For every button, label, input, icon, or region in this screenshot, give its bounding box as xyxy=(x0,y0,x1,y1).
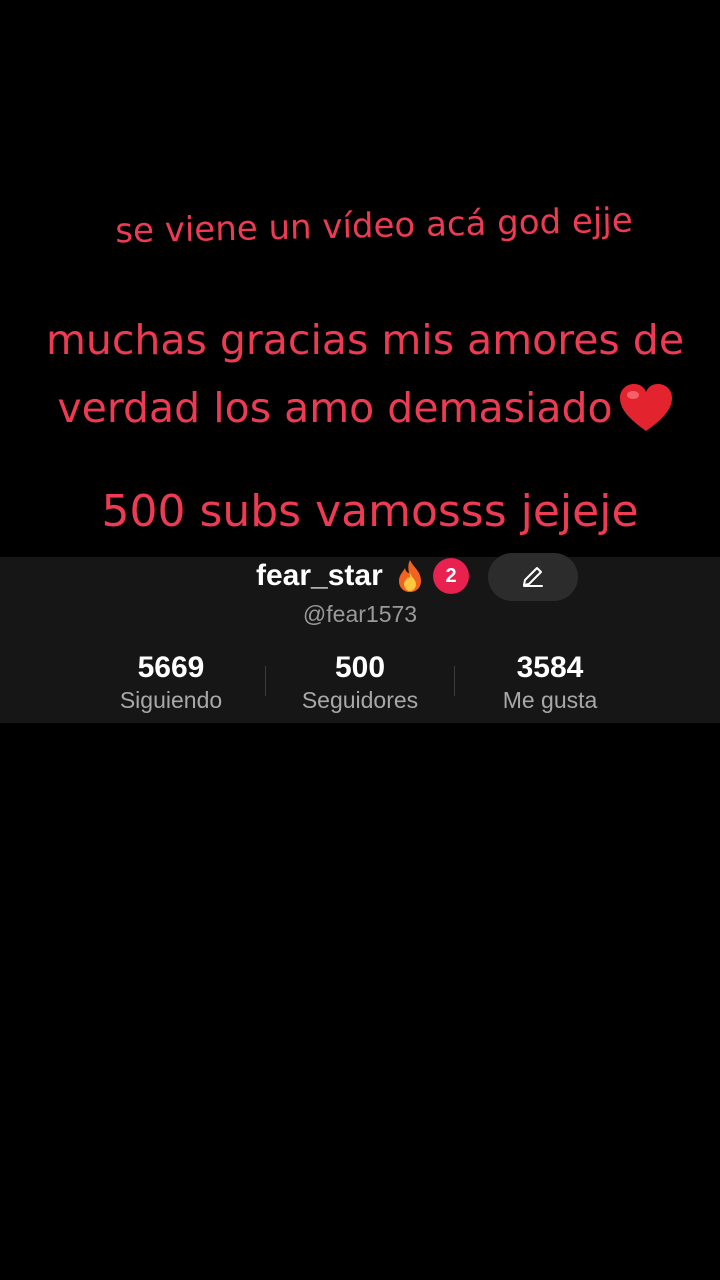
caption-line-2b: verdad los amo demasiado xyxy=(57,384,613,432)
edit-profile-button[interactable] xyxy=(488,553,578,601)
caption-line-3: 500 subs vamosss jejeje xyxy=(101,486,639,537)
caption-line-1: se viene un vídeo acá god ejje xyxy=(114,200,634,252)
caption-line-2: muchas gracias mis amores de verdad los … xyxy=(10,306,720,442)
stat-following-label: Siguiendo xyxy=(119,687,223,713)
stat-followers-label: Seguidores xyxy=(301,687,419,713)
stat-divider xyxy=(454,666,455,696)
stat-following-value: 5669 xyxy=(137,651,205,684)
pencil-icon xyxy=(523,567,543,587)
name-row: fear_star 2 xyxy=(0,553,720,601)
profile-handle: @fear1573 xyxy=(302,601,418,627)
profile-summary: fear_star 2 @fear1573 5669 Siguiendo 500… xyxy=(0,553,720,723)
stat-likes[interactable]: 3584 Me gusta xyxy=(460,651,640,715)
stat-followers[interactable]: 500 Seguidores xyxy=(270,651,450,715)
heart-emoji-icon xyxy=(619,384,672,431)
caption-line-2a: muchas gracias mis amores de xyxy=(45,316,685,364)
stat-followers-value: 500 xyxy=(334,651,386,684)
profile-username: fear_star xyxy=(256,559,383,592)
stat-likes-label: Me gusta xyxy=(502,687,598,713)
stat-divider xyxy=(265,666,266,696)
fire-emoji-icon xyxy=(399,560,421,592)
notification-badge[interactable]: 2 xyxy=(433,558,469,594)
stat-following[interactable]: 5669 Siguiendo xyxy=(81,651,261,715)
stat-likes-value: 3584 xyxy=(516,651,584,684)
